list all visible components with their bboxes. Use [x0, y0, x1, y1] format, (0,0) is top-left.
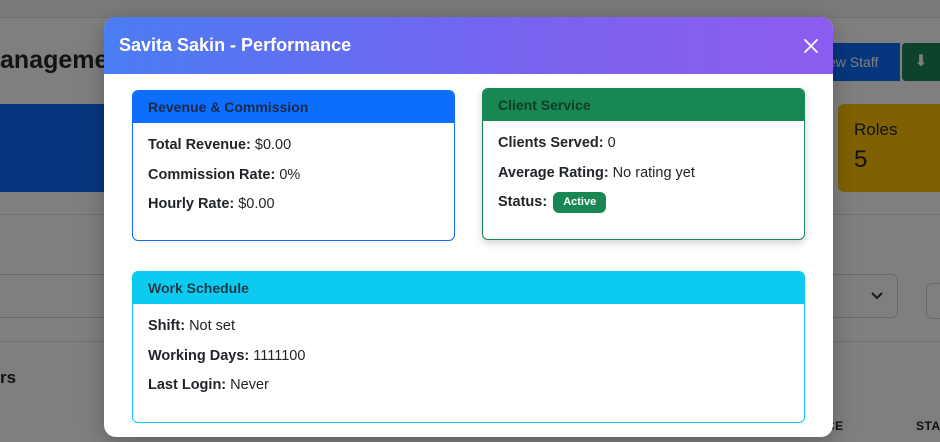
total-revenue-value: $0.00 [250, 137, 292, 153]
client-service-card-body: Clients Served: 0 Average Rating: No rat… [483, 121, 804, 213]
work-schedule-card: Work Schedule Shift: Not set Working Day… [132, 271, 805, 423]
last-login-row: Last Login: Never [148, 375, 789, 395]
working-days-value: 1111100 [249, 347, 306, 364]
work-schedule-card-body: Shift: Not set Working Days: 1111100 Las… [133, 304, 804, 395]
shift-value: Not set [185, 318, 236, 334]
modal-header: Savita Sakin - Performance [104, 17, 833, 74]
last-login-label: Last Login: [148, 377, 227, 393]
last-login-value: Never [226, 377, 269, 393]
client-service-card-header: Client Service [483, 89, 804, 121]
average-rating-row: Average Rating: No rating yet [498, 163, 789, 183]
revenue-card-body: Total Revenue: $0.00 Commission Rate: 0%… [133, 123, 454, 214]
performance-modal: Savita Sakin - Performance Revenue & Com… [104, 17, 833, 437]
shift-row: Shift: Not set [148, 316, 789, 336]
total-revenue-label: Total Revenue: [148, 137, 251, 153]
working-days-label: Working Days: [148, 347, 250, 364]
clients-served-row: Clients Served: 0 [498, 133, 789, 153]
close-icon[interactable] [803, 38, 819, 54]
clients-served-value: 0 [603, 135, 616, 151]
modal-title: Savita Sakin - Performance [119, 35, 352, 55]
average-rating-value: No rating yet [608, 164, 695, 181]
status-badge: Active [553, 192, 607, 213]
commission-rate-row: Commission Rate: 0% [148, 165, 439, 185]
hourly-rate-row: Hourly Rate: $0.00 [148, 194, 439, 214]
status-row: Status: Active [498, 192, 789, 213]
client-service-card: Client Service Clients Served: 0 Average… [482, 88, 805, 240]
commission-rate-label: Commission Rate: [148, 166, 276, 183]
commission-rate-value: 0% [275, 166, 301, 183]
average-rating-label: Average Rating: [498, 164, 609, 181]
work-schedule-card-header: Work Schedule [133, 272, 804, 304]
revenue-card: Revenue & Commission Total Revenue: $0.0… [132, 90, 455, 241]
total-revenue-row: Total Revenue: $0.00 [148, 135, 439, 155]
working-days-row: Working Days: 1111100 [148, 346, 789, 366]
hourly-rate-value: $0.00 [234, 196, 275, 212]
shift-label: Shift: [148, 318, 186, 334]
hourly-rate-label: Hourly Rate: [148, 196, 235, 212]
clients-served-label: Clients Served: [498, 135, 604, 151]
status-label: Status: [498, 194, 548, 210]
revenue-card-header: Revenue & Commission [133, 91, 454, 123]
